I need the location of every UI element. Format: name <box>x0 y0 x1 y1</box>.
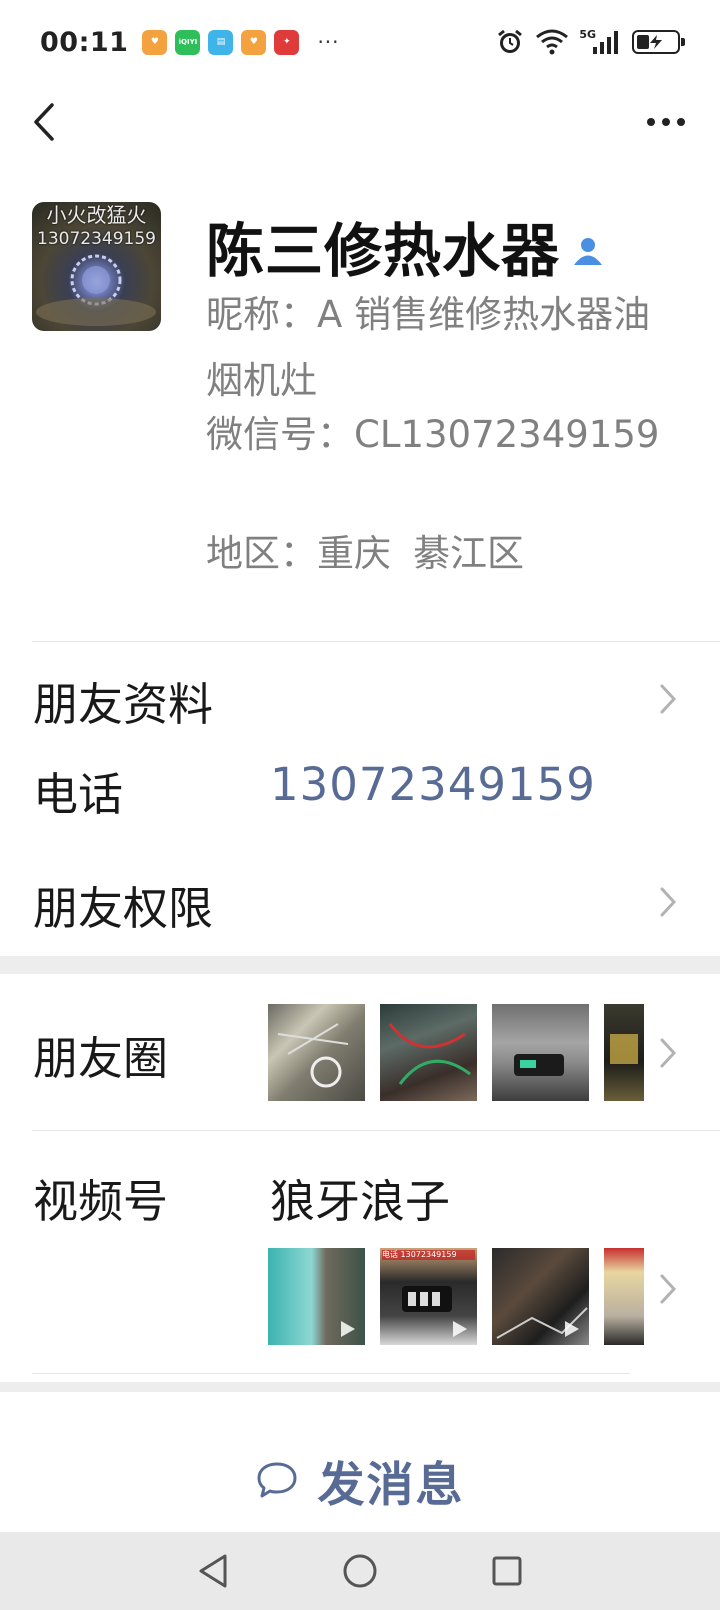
divider <box>32 843 720 844</box>
wechat-id: 微信号：CL13072349159 <box>206 413 660 456</box>
more-notifications-icon: ··· <box>317 30 340 54</box>
video-thumb-2: 电话 13072349159 <box>380 1248 477 1345</box>
video-thumb-1 <box>268 1248 365 1345</box>
circle-home-icon <box>343 1554 377 1588</box>
iqiyi-app-icon: iQIYI <box>175 29 201 55</box>
contact-person-icon <box>574 238 603 265</box>
channel-name[interactable]: 狼牙浪子 <box>270 1165 450 1230</box>
signal-icon <box>593 31 618 54</box>
friend-permissions-row[interactable]: 朋友权限 <box>33 872 213 937</box>
water-heater-internals-photo <box>268 1004 365 1101</box>
video-thumb-caption: 电话 13072349159 <box>382 1250 475 1260</box>
heart-badge-app-icon: ♥ <box>241 29 267 55</box>
region-city: 重庆 <box>317 532 391 575</box>
region-district: 綦江区 <box>413 532 524 575</box>
alarm-icon <box>498 29 523 53</box>
play-icon <box>565 1321 579 1337</box>
status-time: 00:11 <box>40 26 129 58</box>
video-thumb-3 <box>492 1248 589 1345</box>
more-dots-icon <box>647 118 685 126</box>
system-navigation-bar <box>0 1532 720 1610</box>
water-heater-wiring-photo <box>380 1004 477 1101</box>
send-message-button[interactable]: 发消息 <box>0 1428 720 1532</box>
game-app-icon: ✦ <box>274 29 300 55</box>
profile-header: 小火改猛火 13072349159 陈三修热水器 昵称：A 销售维修热水器油烟机… <box>0 196 720 636</box>
water-heater-display-photo <box>492 1004 589 1101</box>
divider <box>32 1373 630 1374</box>
chevron-left-icon <box>34 103 54 141</box>
notification-icons: ♥ iQIYI ▤ ♥ ✦ ··· <box>142 29 340 55</box>
section-separator <box>0 1382 720 1392</box>
name-row: 陈三修热水器 <box>206 204 604 288</box>
region: 地区：重庆 綦江区 <box>206 524 524 584</box>
appliance-panel-photo <box>604 1004 644 1101</box>
system-home-button[interactable] <box>336 1547 384 1595</box>
network-type-label: 5G <box>579 27 596 41</box>
chat-bubble-icon <box>257 1462 296 1498</box>
chevron-right-icon <box>660 887 677 917</box>
channel-thumbnails[interactable]: 电话 13072349159 <box>268 1248 648 1345</box>
video-thumb-4 <box>604 1248 644 1345</box>
section-separator <box>0 956 720 974</box>
divider <box>32 1130 720 1131</box>
triangle-back-icon <box>199 1554 227 1588</box>
square-recents-icon <box>492 1556 522 1586</box>
phone-number-link[interactable]: 13072349159 <box>270 758 596 811</box>
more-button[interactable] <box>640 100 692 144</box>
play-icon <box>341 1321 355 1337</box>
play-icon <box>453 1321 467 1337</box>
gas-flame-icon <box>36 254 156 326</box>
moments-row[interactable]: 朋友圈 <box>33 1022 168 1087</box>
system-back-button[interactable] <box>189 1547 237 1595</box>
divider <box>32 641 720 642</box>
heart-badge-app-icon: ♥ <box>142 29 168 55</box>
battery-icon <box>632 30 685 54</box>
system-recents-button[interactable] <box>483 1547 531 1595</box>
contact-name: 陈三修热水器 <box>206 217 561 285</box>
nickname: 昵称：A 销售维修热水器油烟机灶 <box>206 293 651 402</box>
chevron-right-icon <box>660 684 677 714</box>
avatar[interactable]: 小火改猛火 13072349159 <box>32 202 161 331</box>
chevron-right-icon <box>660 1038 677 1068</box>
status-right: 5G <box>495 27 685 57</box>
send-message-label: 发消息 <box>317 1457 465 1513</box>
book-app-icon: ▤ <box>208 29 234 55</box>
friend-info-row[interactable]: 朋友资料 <box>33 668 213 733</box>
chevron-right-icon <box>660 1274 677 1304</box>
wifi-icon <box>536 29 569 55</box>
channels-row[interactable]: 视频号 <box>33 1165 168 1230</box>
status-bar: 00:11 ♥ iQIYI ▤ ♥ ✦ ··· 5G <box>0 0 720 84</box>
back-button[interactable] <box>22 100 66 144</box>
moments-thumbnails[interactable] <box>268 1004 648 1101</box>
region-label: 地区： <box>206 532 317 575</box>
nav-bar <box>0 84 720 160</box>
phone-label: 电话 <box>33 768 124 821</box>
